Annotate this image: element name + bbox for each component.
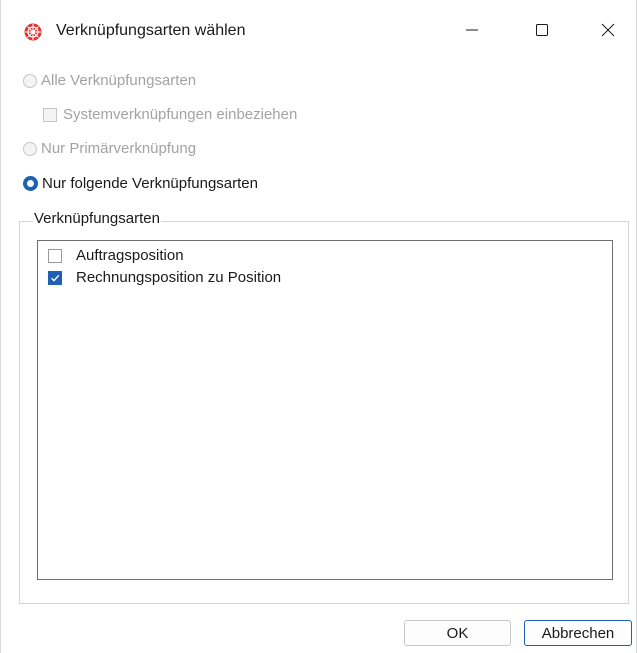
list-item-label: Rechnungsposition zu Position [76,269,282,286]
link-types-list[interactable]: Auftragsposition Rechnungsposition zu Po… [37,240,613,580]
checkbox-checked[interactable] [48,270,62,285]
list-item[interactable]: Rechnungsposition zu Position [48,269,281,286]
radio-following-types-label: Nur folgende Verknüpfungsarten [42,175,258,192]
group-title: Verknüpfungsarten [33,210,161,227]
radio-button[interactable] [23,73,37,88]
radio-primary-only-label: Nur Primärverknüpfung [41,140,197,157]
dialog-window: Verknüpfungsarten wählen Alle Verknüpfun… [0,0,637,653]
list-item[interactable]: Auftragsposition [48,247,184,264]
list-item-label: Auftragsposition [76,247,184,264]
title-bar: Verknüpfungsarten wählen [1,0,637,64]
maximize-icon [535,23,549,41]
radio-all-types-label: Alle Verknüpfungsarten [41,72,197,89]
maximize-button[interactable] [519,10,565,54]
window-title: Verknüpfungsarten wählen [56,22,246,39]
checkmark-icon [51,274,60,282]
cancel-button[interactable]: Abbrechen [524,620,632,646]
close-icon [601,23,615,41]
checkbox-include-system[interactable]: Systemverknüpfungen einbeziehen [43,106,297,123]
radio-primary-only[interactable]: Nur Primärverknüpfung [23,140,196,157]
checkbox[interactable] [43,107,57,122]
close-button[interactable] [585,10,631,54]
checkbox-include-system-label: Systemverknüpfungen einbeziehen [63,106,298,123]
checkbox[interactable] [48,248,62,263]
radio-button-selected[interactable] [23,176,38,191]
globe-app-icon [24,23,42,41]
minimize-icon [465,23,479,41]
radio-button[interactable] [23,141,37,156]
radio-all-types[interactable]: Alle Verknüpfungsarten [23,72,196,89]
radio-following-types[interactable]: Nur folgende Verknüpfungsarten [23,175,258,192]
minimize-button[interactable] [449,10,495,54]
ok-button[interactable]: OK [404,620,511,646]
